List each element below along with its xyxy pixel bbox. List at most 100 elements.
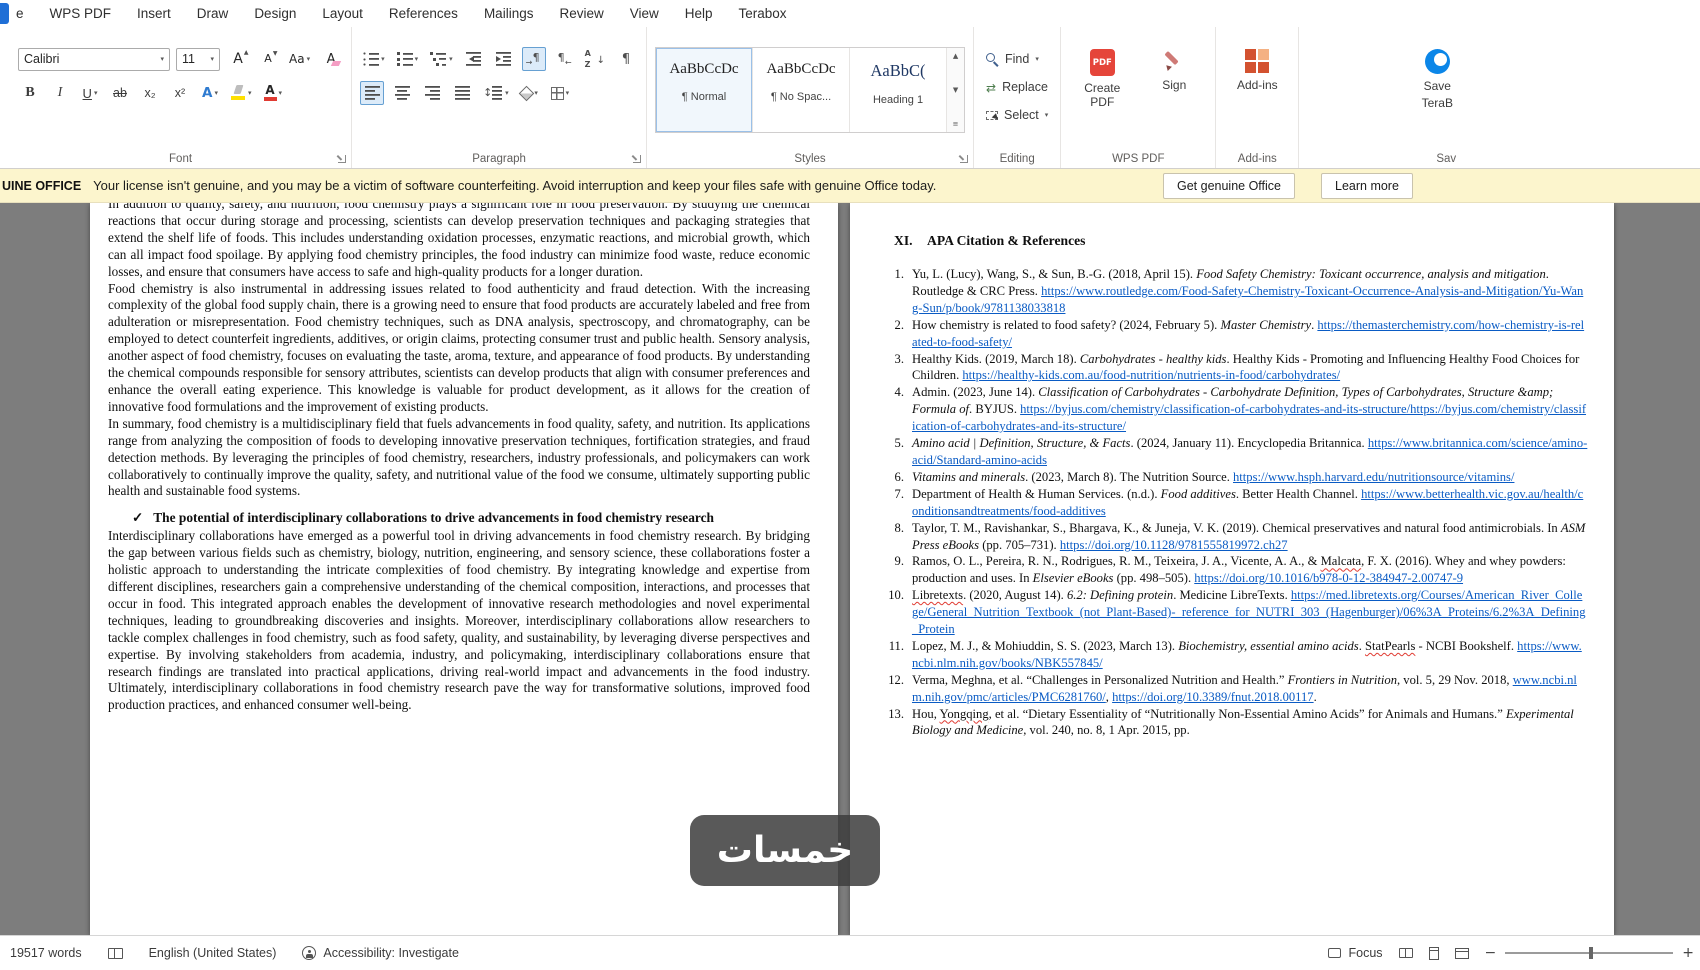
focus-mode-button[interactable]: Focus <box>1328 946 1383 960</box>
superscript-button[interactable]: x² <box>168 81 192 105</box>
reference-item: 5. Amino acid | Definition, Structure, & … <box>886 435 1588 469</box>
ribbon-group-font: Calibri 11 B I U ab x₂ x² Font <box>10 27 353 168</box>
print-layout-button[interactable] <box>1428 946 1439 960</box>
menu-tab-terabox[interactable]: Terabox <box>726 6 800 21</box>
style-card[interactable]: AaBbCcDc ¶ No Spac... <box>753 48 851 132</box>
grow-font-button[interactable] <box>226 47 250 71</box>
menu-tab-mailings[interactable]: Mailings <box>471 6 547 21</box>
menu-tab-view[interactable]: View <box>617 6 672 21</box>
font-dialog-launcher-icon[interactable] <box>338 155 347 163</box>
add-ins-button[interactable]: Add-ins <box>1224 47 1290 94</box>
font-color-button[interactable] <box>261 81 286 105</box>
reference-link[interactable]: https://doi.org/10.1128/9781555819972.ch… <box>1060 538 1288 552</box>
create-pdf-button[interactable]: PDF Create PDF <box>1069 47 1135 111</box>
styles-gallery-scroll[interactable]: ▲ ▼ ≡ <box>947 48 965 132</box>
web-layout-button[interactable] <box>1454 947 1469 959</box>
multilevel-list-button[interactable] <box>427 47 456 71</box>
menu-tab-design[interactable]: Design <box>241 6 309 21</box>
zoom-out-button[interactable]: − <box>1485 945 1497 961</box>
reference-link[interactable]: https://healthy-kids.com.au/food-nutriti… <box>962 368 1340 382</box>
subscript-button[interactable]: x₂ <box>138 81 162 105</box>
checkmark-bullet-icon: ✓ <box>132 510 144 526</box>
font-size-select[interactable]: 11 <box>176 47 220 71</box>
save-terabox-button[interactable]: Save TeraB <box>1409 47 1465 112</box>
shading-button[interactable] <box>518 81 542 105</box>
accessibility-status[interactable]: Accessibility: Investigate <box>302 946 459 960</box>
italic-button[interactable]: I <box>48 81 72 105</box>
page-right[interactable]: XI. APA Citation & References 1. Yu, L. (… <box>850 203 1614 935</box>
menu-tab-layout[interactable]: Layout <box>309 6 376 21</box>
gallery-more-icon[interactable]: ≡ <box>953 120 959 128</box>
zoom-slider-thumb[interactable] <box>1589 947 1594 960</box>
menu-tab-references[interactable]: References <box>376 6 471 21</box>
font-name-select[interactable]: Calibri <box>18 47 170 71</box>
style-preview: AaBbCcDc <box>766 61 836 77</box>
document-heading-text: The potential of interdisciplinary colla… <box>153 510 714 526</box>
reference-link[interactable]: https://doi.org/10.3389/fnut.2018.00117 <box>1112 690 1314 704</box>
increase-indent-button[interactable] <box>492 47 516 71</box>
find-button[interactable]: Find <box>982 47 1052 71</box>
learn-more-button[interactable]: Learn more <box>1321 173 1413 199</box>
get-genuine-office-button[interactable]: Get genuine Office <box>1163 173 1296 199</box>
ribbon-group-addins: Add-ins Add-ins <box>1216 27 1300 168</box>
ribbon-group-styles: AaBbCcDc ¶ Normal AaBbCcDc ¶ No Spac... AaBb… <box>647 27 975 168</box>
chevron-down-icon <box>210 55 214 63</box>
borders-icon <box>550 86 564 100</box>
decrease-indent-button[interactable] <box>462 47 486 71</box>
bullet-list-button[interactable] <box>360 47 388 71</box>
styles-dialog-launcher-icon[interactable] <box>960 155 969 163</box>
menu-tab-help[interactable]: Help <box>672 6 726 21</box>
style-card[interactable]: AaBbCcDc ¶ Normal <box>656 48 754 132</box>
style-card[interactable]: AaBbC(Heading 1 <box>850 48 948 132</box>
text-effects-button[interactable] <box>198 81 222 105</box>
document-canvas[interactable]: In addition to quality, safety, and nutr… <box>0 203 1700 935</box>
reference-segment: Food additives <box>1160 486 1236 501</box>
menu-tab-draw[interactable]: Draw <box>184 6 242 21</box>
line-spacing-button[interactable] <box>480 81 512 105</box>
align-right-button[interactable] <box>420 81 444 105</box>
increase-indent-icon <box>495 52 512 66</box>
reference-segment: Yongqing <box>939 706 989 721</box>
align-center-button[interactable] <box>390 81 414 105</box>
word-count[interactable]: 19517 words <box>10 946 82 960</box>
justify-button[interactable] <box>450 81 474 105</box>
reference-segment: Lopez, M. J., & Mohiuddin, S. S. (2023, … <box>912 638 1179 653</box>
borders-button[interactable] <box>548 81 573 105</box>
language-status[interactable]: English (United States) <box>149 946 277 960</box>
replace-button[interactable]: Replace <box>982 75 1052 99</box>
scroll-up-icon[interactable]: ▲ <box>953 52 958 60</box>
reference-link[interactable]: https://doi.org/10.1016/b978-0-12-384947… <box>1194 571 1463 585</box>
reference-text: Hou, Yongqing, et al. “Dietary Essential… <box>912 706 1588 740</box>
strikethrough-icon: ab <box>113 86 127 100</box>
reference-item: 6. Vitamins and minerals. (2023, March 8)… <box>886 469 1588 486</box>
read-mode-button[interactable] <box>1398 948 1413 958</box>
shrink-font-button[interactable] <box>256 47 280 71</box>
sort-button[interactable] <box>582 47 608 71</box>
highlight-color-button[interactable] <box>228 81 255 105</box>
underline-button[interactable]: U <box>78 81 102 105</box>
select-button[interactable]: Select <box>982 103 1052 127</box>
menu-tab-e[interactable]: e <box>14 6 37 21</box>
reference-link[interactable]: https://www.hsph.harvard.edu/nutritionso… <box>1233 470 1514 484</box>
change-case-button[interactable] <box>286 47 313 71</box>
strikethrough-button[interactable]: ab <box>108 81 132 105</box>
sign-button[interactable]: Sign <box>1141 47 1207 94</box>
menu-tab-wps-pdf[interactable]: WPS PDF <box>37 6 125 21</box>
reference-item: 10. Libretexts. (2020, August 14). 6.2: D… <box>886 587 1588 638</box>
proofing-status-button[interactable] <box>107 947 123 959</box>
text-direction-ltr-button[interactable] <box>521 47 546 71</box>
numbered-list-button[interactable] <box>394 47 422 71</box>
paragraph-dialog-launcher-icon[interactable] <box>633 155 642 163</box>
menu-tab-insert[interactable]: Insert <box>124 6 184 21</box>
show-formatting-marks-button[interactable] <box>614 47 638 71</box>
clear-formatting-button[interactable] <box>319 47 343 71</box>
bold-button[interactable]: B <box>18 81 42 105</box>
menu-tab-review[interactable]: Review <box>546 6 616 21</box>
numbered-list-icon <box>396 52 413 66</box>
scroll-down-icon[interactable]: ▼ <box>953 86 958 94</box>
text-direction-rtl-button[interactable] <box>552 47 576 71</box>
reference-segment: . BYJUS. <box>969 402 1021 417</box>
zoom-in-button[interactable]: + <box>1682 945 1694 961</box>
zoom-slider[interactable] <box>1505 947 1674 960</box>
align-left-button[interactable] <box>360 81 385 105</box>
